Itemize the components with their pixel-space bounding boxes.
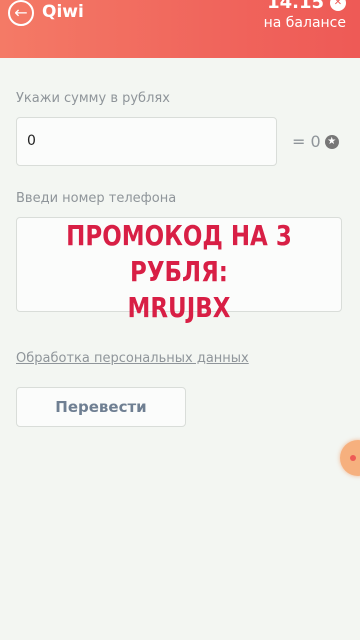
promo-line-1: ПРОМОКОД НА 3 РУБЛЯ: — [66, 219, 292, 288]
promo-code: MRUJBX — [127, 291, 231, 324]
privacy-link[interactable]: Обработка персональных данных — [16, 351, 249, 366]
arrow-left-icon[interactable]: ← — [8, 0, 34, 26]
phone-label: Введи номер телефона — [16, 191, 177, 206]
promo-overlay: ПРОМОКОД НА 3 РУБЛЯ: MRUJBX — [45, 218, 312, 326]
transfer-button[interactable]: Перевести — [16, 387, 186, 427]
app-header: ← Qiwi 14.15 ✕ на балансе — [0, 0, 360, 58]
star-coin-icon: ★ — [324, 134, 339, 149]
floating-action-button[interactable] — [340, 440, 360, 476]
balance-value-row: 14.15 ✕ — [264, 0, 346, 13]
amount-input[interactable]: 0 — [16, 117, 277, 166]
balance-value: 14.15 — [267, 0, 324, 13]
amount-label: Укажи сумму в рублях — [16, 91, 170, 106]
app-title: Qiwi — [42, 2, 84, 22]
converted-amount: = 0 ★ — [292, 132, 339, 151]
balance-block: 14.15 ✕ на балансе — [264, 0, 346, 31]
currency-icon: ✕ — [330, 0, 346, 11]
equals-text: = 0 — [292, 132, 321, 151]
amount-value: 0 — [27, 133, 36, 149]
fab-dot-icon — [350, 455, 356, 461]
balance-label: на балансе — [263, 15, 346, 31]
